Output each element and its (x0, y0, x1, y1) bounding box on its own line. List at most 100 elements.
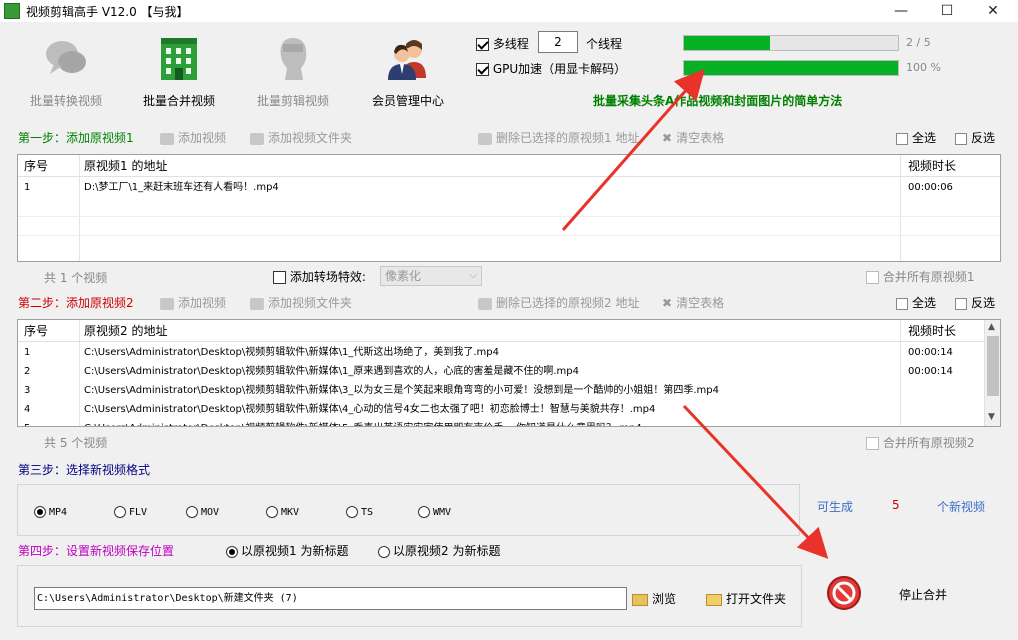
format-ts-option[interactable]: TS (346, 504, 373, 518)
thread-count-input[interactable]: 2 (538, 31, 578, 53)
step2-add-video-button[interactable]: 添加视频 (160, 294, 226, 311)
step1-video-list[interactable]: 序号 原视频1 的地址 视频时长 1 D:\梦工厂\1_来赶末班车还有人看吗！.… (17, 154, 1001, 262)
batch-edit-label: 批量剪辑视频 (256, 94, 329, 108)
row-line (18, 235, 1000, 236)
col-path[interactable]: 原视频2 的地址 (84, 320, 167, 342)
title-from-video1-option[interactable]: 以原视频1 为新标题 (226, 542, 348, 559)
transition-select[interactable]: 像素化 ⌵ (380, 266, 482, 286)
multithread-option[interactable]: 多线程 (476, 35, 529, 52)
new-video-label: 个新视频 (937, 500, 986, 514)
format-mkv-option[interactable]: MKV (266, 504, 299, 518)
step2-clear-button[interactable]: ✖ 清空表格 (662, 294, 724, 311)
step2-invert-button[interactable]: 反选 (955, 294, 995, 311)
table-row[interactable]: 5 C:\Users\Administrator\Desktop\视频剪辑软件\… (18, 419, 984, 426)
step2-merge-all-option[interactable]: 合并所有原视频2 (866, 434, 974, 451)
step2-add-folder-button[interactable]: 添加视频文件夹 (250, 294, 352, 311)
scroll-up-icon[interactable]: ▲ (988, 322, 995, 332)
transition-option[interactable]: 添加转场特效: (273, 268, 366, 285)
step4-title: 第四步：设置新视频保存位置 (18, 544, 175, 558)
scroll-thumb[interactable] (987, 336, 999, 396)
table-row[interactable]: 2 C:\Users\Administrator\Desktop\视频剪辑软件\… (18, 362, 984, 381)
col-duration[interactable]: 视频时长 (908, 320, 956, 342)
format-flv-option[interactable]: FLV (114, 504, 147, 518)
folder-search-icon (632, 593, 648, 606)
browse-label: 浏览 (652, 592, 677, 606)
clear-x-icon: ✖ (662, 296, 673, 310)
transition-checkbox[interactable] (273, 271, 286, 284)
step1-invert-button[interactable]: 反选 (955, 129, 995, 146)
format-flv-radio[interactable] (114, 505, 126, 518)
step2-merge-all-label: 合并所有原视频2 (882, 436, 975, 450)
col-no[interactable]: 序号 (24, 155, 48, 177)
step1-list-header: 序号 原视频1 的地址 视频时长 (18, 155, 1000, 177)
format-ts-radio[interactable] (346, 505, 358, 518)
format-wmv-radio[interactable] (418, 505, 430, 518)
invert-icon (955, 132, 967, 145)
select-all-icon (896, 297, 908, 310)
gpu-option[interactable]: GPU加速（用显卡解码） (476, 60, 626, 77)
format-mp4-option[interactable]: MP4 (34, 504, 67, 518)
stop-merge-button[interactable]: 停止合并 (899, 586, 947, 603)
step2-merge-all-checkbox[interactable] (866, 437, 879, 450)
step1-merge-all-checkbox[interactable] (866, 271, 879, 284)
open-folder-button[interactable]: 打开文件夹 (706, 590, 786, 607)
step1-add-video-button[interactable]: 添加视频 (160, 129, 226, 146)
window-title: 视频剪辑高手 V12.0 【与我】 (26, 5, 189, 19)
step1-add-folder-button[interactable]: 添加视频文件夹 (250, 129, 352, 146)
title-from-video2-radio[interactable] (378, 545, 390, 558)
promo-link[interactable]: 批量采集头条​A​作品视频和封面图片的简单方法 (593, 92, 842, 109)
scroll-down-icon[interactable]: ▼ (988, 412, 995, 422)
col-duration[interactable]: 视频时长 (908, 155, 956, 177)
table-row[interactable]: 1 C:\Users\Administrator\Desktop\视频剪辑软件\… (18, 343, 984, 362)
format-mkv-radio[interactable] (266, 505, 278, 518)
step2-select-all-label: 全选 (912, 296, 937, 310)
gpu-label: GPU加速（用显卡解码） (492, 62, 627, 76)
row-path: C:\Users\Administrator\Desktop\视频剪辑软件\新媒… (84, 366, 579, 377)
row-no: 2 (24, 366, 31, 377)
format-mov-radio[interactable] (186, 505, 198, 518)
step2-select-all-button[interactable]: 全选 (896, 294, 936, 311)
format-mp4-radio[interactable] (34, 505, 46, 518)
member-center-button[interactable]: 会员管理中心 (358, 30, 458, 110)
multithread-label: 多线程 (492, 37, 529, 51)
browse-button[interactable]: 浏览 (632, 590, 676, 607)
step2-delete-button[interactable]: 删除已选择的原视频2 地址 (478, 294, 639, 311)
step2-scrollbar[interactable]: ▲ ▼ (984, 320, 1000, 426)
format-mov-option[interactable]: MOV (186, 504, 219, 518)
thread-progress-fill (684, 36, 770, 50)
col-no[interactable]: 序号 (24, 320, 48, 342)
stop-merge-icon-button[interactable] (826, 575, 862, 611)
step1-clear-button[interactable]: ✖ 清空表格 (662, 129, 724, 146)
app-window: 视频剪辑高手 V12.0 【与我】 — ☐ ✕ 批量转换视频 批量合并视频 批量… (0, 0, 1018, 640)
multithread-checkbox[interactable] (476, 38, 489, 51)
row-no: 1 (24, 182, 31, 193)
close-button[interactable]: ✕ (970, 0, 1016, 22)
thread-progress-text: 2 / 5 (906, 36, 931, 49)
title-from-video2-option[interactable]: 以原视频2 为新标题 (378, 542, 500, 559)
gpu-checkbox[interactable] (476, 63, 489, 76)
format-wmv-option[interactable]: WMV (418, 504, 451, 518)
step1-merge-all-option[interactable]: 合并所有原视频1 (866, 268, 974, 285)
save-path-input[interactable]: C:\Users\Administrator\Desktop\新建文件夹 (7) (34, 587, 627, 610)
can-generate-count: 5 (892, 498, 900, 512)
maximize-button[interactable]: ☐ (924, 0, 970, 22)
step1-select-all-label: 全选 (912, 131, 937, 145)
table-row[interactable]: 4 C:\Users\Administrator\Desktop\视频剪辑软件\… (18, 400, 984, 419)
col-path[interactable]: 原视频1 的地址 (84, 155, 167, 177)
step2-video-list[interactable]: 序号 原视频2 的地址 视频时长 1 C:\Users\Administrato… (17, 319, 1001, 427)
batch-edit-button[interactable]: 批量剪辑视频 (243, 30, 343, 110)
open-folder-label: 打开文件夹 (726, 592, 787, 606)
batch-merge-button[interactable]: 批量合并视频 (129, 30, 229, 110)
step1-select-all-button[interactable]: 全选 (896, 129, 936, 146)
transition-select-value: 像素化 (385, 269, 422, 283)
minimize-button[interactable]: — (878, 0, 924, 22)
step1-delete-button[interactable]: 删除已选择的原视频1 地址 (478, 129, 639, 146)
title-from-video1-label: 以原视频1 为新标题 (241, 544, 349, 558)
title-from-video1-radio[interactable] (226, 545, 238, 558)
clear-x-icon: ✖ (662, 131, 673, 145)
table-row[interactable]: 1 D:\梦工厂\1_来赶末班车还有人看吗！.mp4 00:00:06 (18, 178, 1000, 197)
batch-convert-button[interactable]: 批量转换视频 (16, 30, 116, 110)
step2-add-folder-label: 添加视频文件夹 (268, 296, 353, 310)
table-row[interactable]: 3 C:\Users\Administrator\Desktop\视频剪辑软件\… (18, 381, 984, 400)
row-duration: 00:00:14 (908, 366, 953, 377)
